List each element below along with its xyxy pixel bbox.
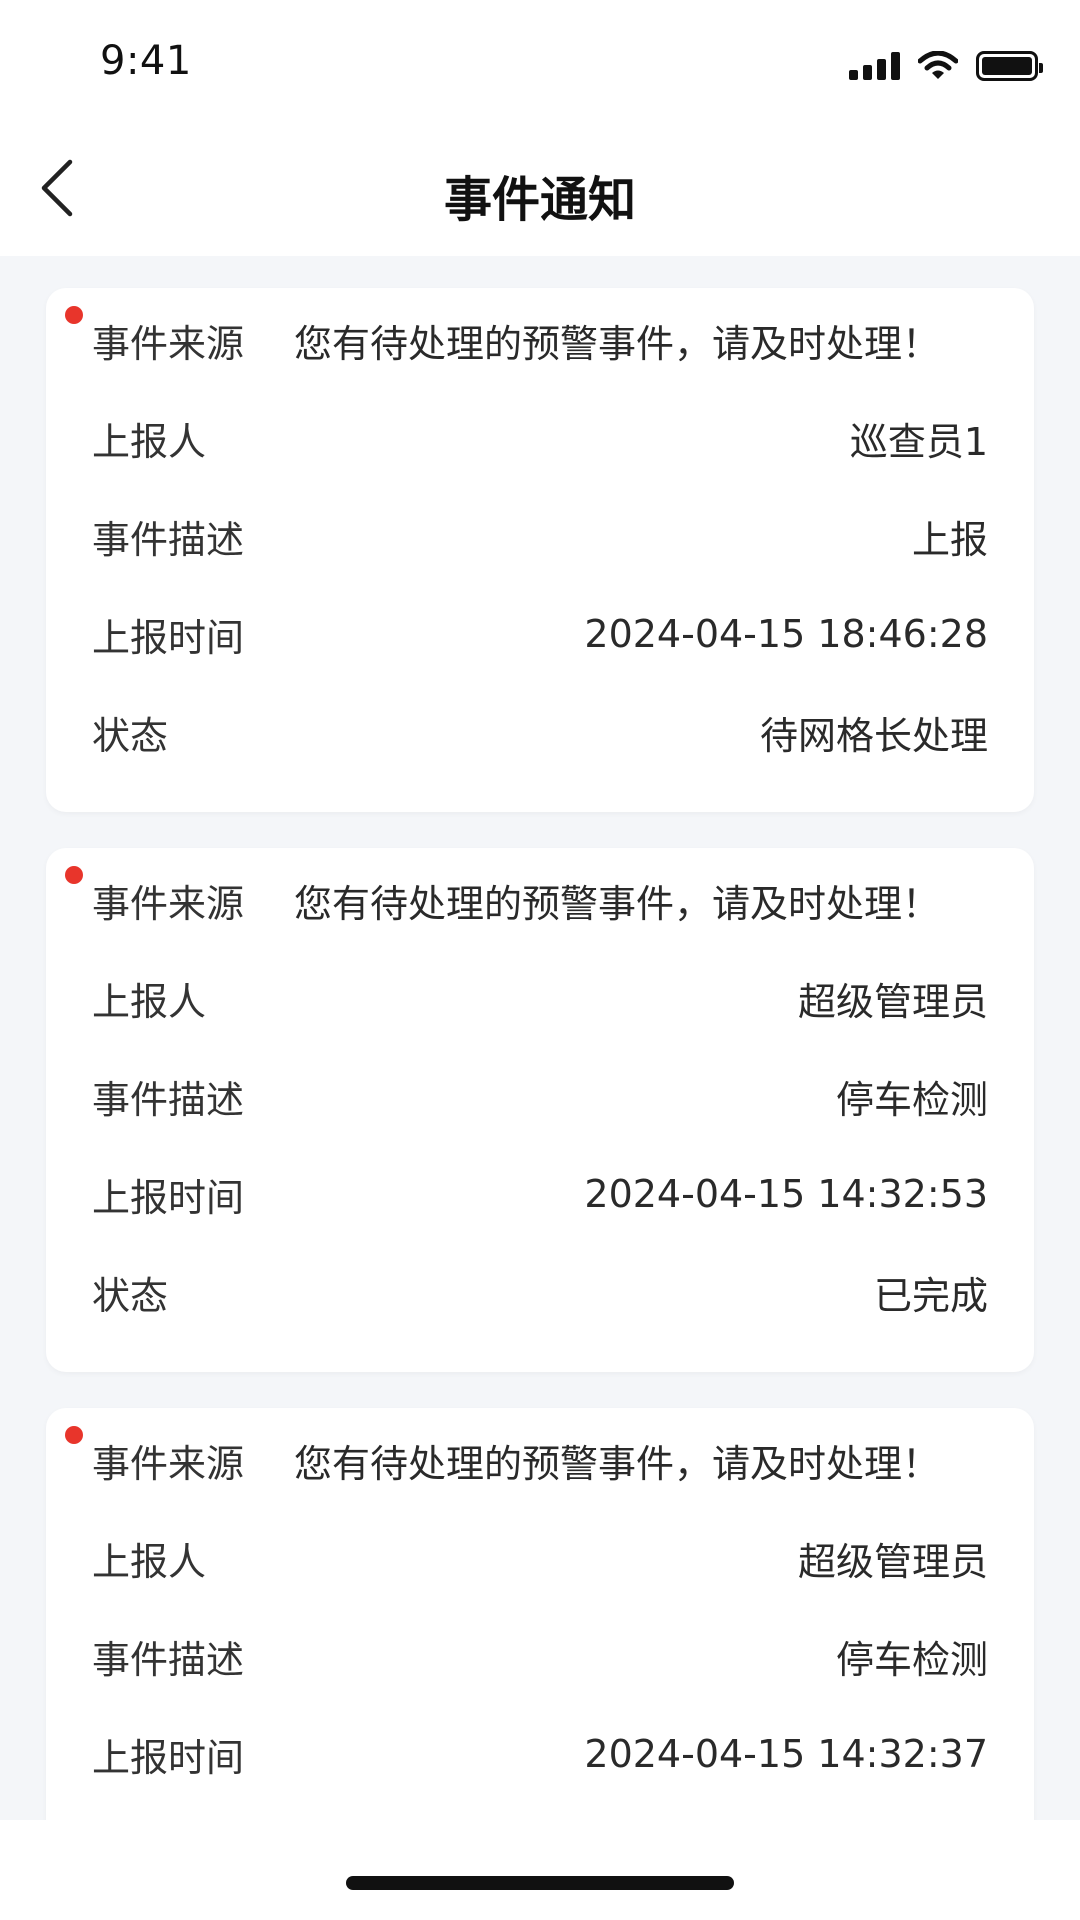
source-label: 事件来源	[92, 1441, 245, 1486]
report-time-label: 上报时间	[92, 615, 245, 660]
wifi-icon	[918, 51, 958, 79]
source-label: 事件来源	[92, 881, 245, 926]
signal-icon	[849, 52, 900, 80]
status-icons	[849, 46, 1043, 86]
description-value: 停车检测	[835, 1077, 988, 1122]
phone-screen: 9:41 事件通知 事件来源 您有待处理的预警事件，请及时处理！ 上报人 巡查员…	[0, 0, 1080, 1920]
reporter-row: 上报人 巡查员1	[92, 408, 988, 468]
status-bar: 9:41	[0, 0, 1080, 120]
home-indicator[interactable]	[346, 1876, 734, 1890]
battery-icon	[976, 51, 1043, 81]
status-row: 状态 待网格长处理	[92, 702, 988, 762]
status-row: 状态 已完成	[92, 1262, 988, 1322]
page-title: 事件通知	[443, 172, 636, 228]
description-value: 上报	[911, 517, 988, 562]
reporter-value: 巡查员1	[849, 419, 988, 464]
description-label: 事件描述	[92, 1637, 245, 1682]
unread-dot	[65, 1426, 83, 1444]
report-time-label: 上报时间	[92, 1735, 245, 1780]
reporter-row: 上报人 超级管理员	[92, 1528, 988, 1588]
report-time-value: 2024-04-15 14:32:37	[584, 1732, 988, 1776]
status-label: 状态	[92, 1273, 169, 1318]
home-indicator-area	[0, 1820, 1080, 1920]
reporter-value: 超级管理员	[797, 979, 988, 1024]
description-label: 事件描述	[92, 517, 245, 562]
source-row: 事件来源 您有待处理的预警事件，请及时处理！	[92, 310, 988, 370]
description-row: 事件描述 停车检测	[92, 1626, 988, 1686]
report-time-value: 2024-04-15 14:32:53	[584, 1172, 988, 1216]
status-label: 状态	[92, 713, 169, 758]
description-row: 事件描述 上报	[92, 506, 988, 566]
nav-bar: 事件通知	[0, 120, 1080, 256]
description-value: 停车检测	[835, 1637, 988, 1682]
source-row: 事件来源 您有待处理的预警事件，请及时处理！	[92, 870, 988, 930]
report-time-row: 上报时间 2024-04-15 14:32:53	[92, 1164, 988, 1224]
notification-card[interactable]: 事件来源 您有待处理的预警事件，请及时处理！ 上报人 巡查员1 事件描述 上报 …	[46, 288, 1034, 812]
report-time-row: 上报时间 2024-04-15 18:46:28	[92, 604, 988, 664]
notification-card[interactable]: 事件来源 您有待处理的预警事件，请及时处理！ 上报人 超级管理员 事件描述 停车…	[46, 848, 1034, 1372]
reporter-label: 上报人	[92, 979, 207, 1024]
report-time-row: 上报时间 2024-04-15 14:32:37	[92, 1724, 988, 1784]
source-value: 您有待处理的预警事件，请及时处理！	[294, 321, 941, 366]
status-value: 待网格长处理	[759, 713, 988, 758]
reporter-label: 上报人	[92, 419, 207, 464]
reporter-row: 上报人 超级管理员	[92, 968, 988, 1028]
status-time: 9:41	[100, 38, 192, 84]
source-row: 事件来源 您有待处理的预警事件，请及时处理！	[92, 1430, 988, 1490]
status-value: 已完成	[873, 1273, 988, 1318]
description-row: 事件描述 停车检测	[92, 1066, 988, 1126]
unread-dot	[65, 866, 83, 884]
reporter-label: 上报人	[92, 1539, 207, 1584]
source-value: 您有待处理的预警事件，请及时处理！	[294, 1441, 941, 1486]
unread-dot	[65, 306, 83, 324]
description-label: 事件描述	[92, 1077, 245, 1122]
reporter-value: 超级管理员	[797, 1539, 988, 1584]
report-time-label: 上报时间	[92, 1175, 245, 1220]
source-value: 您有待处理的预警事件，请及时处理！	[294, 881, 941, 926]
report-time-value: 2024-04-15 18:46:28	[584, 612, 988, 656]
source-label: 事件来源	[92, 321, 245, 366]
